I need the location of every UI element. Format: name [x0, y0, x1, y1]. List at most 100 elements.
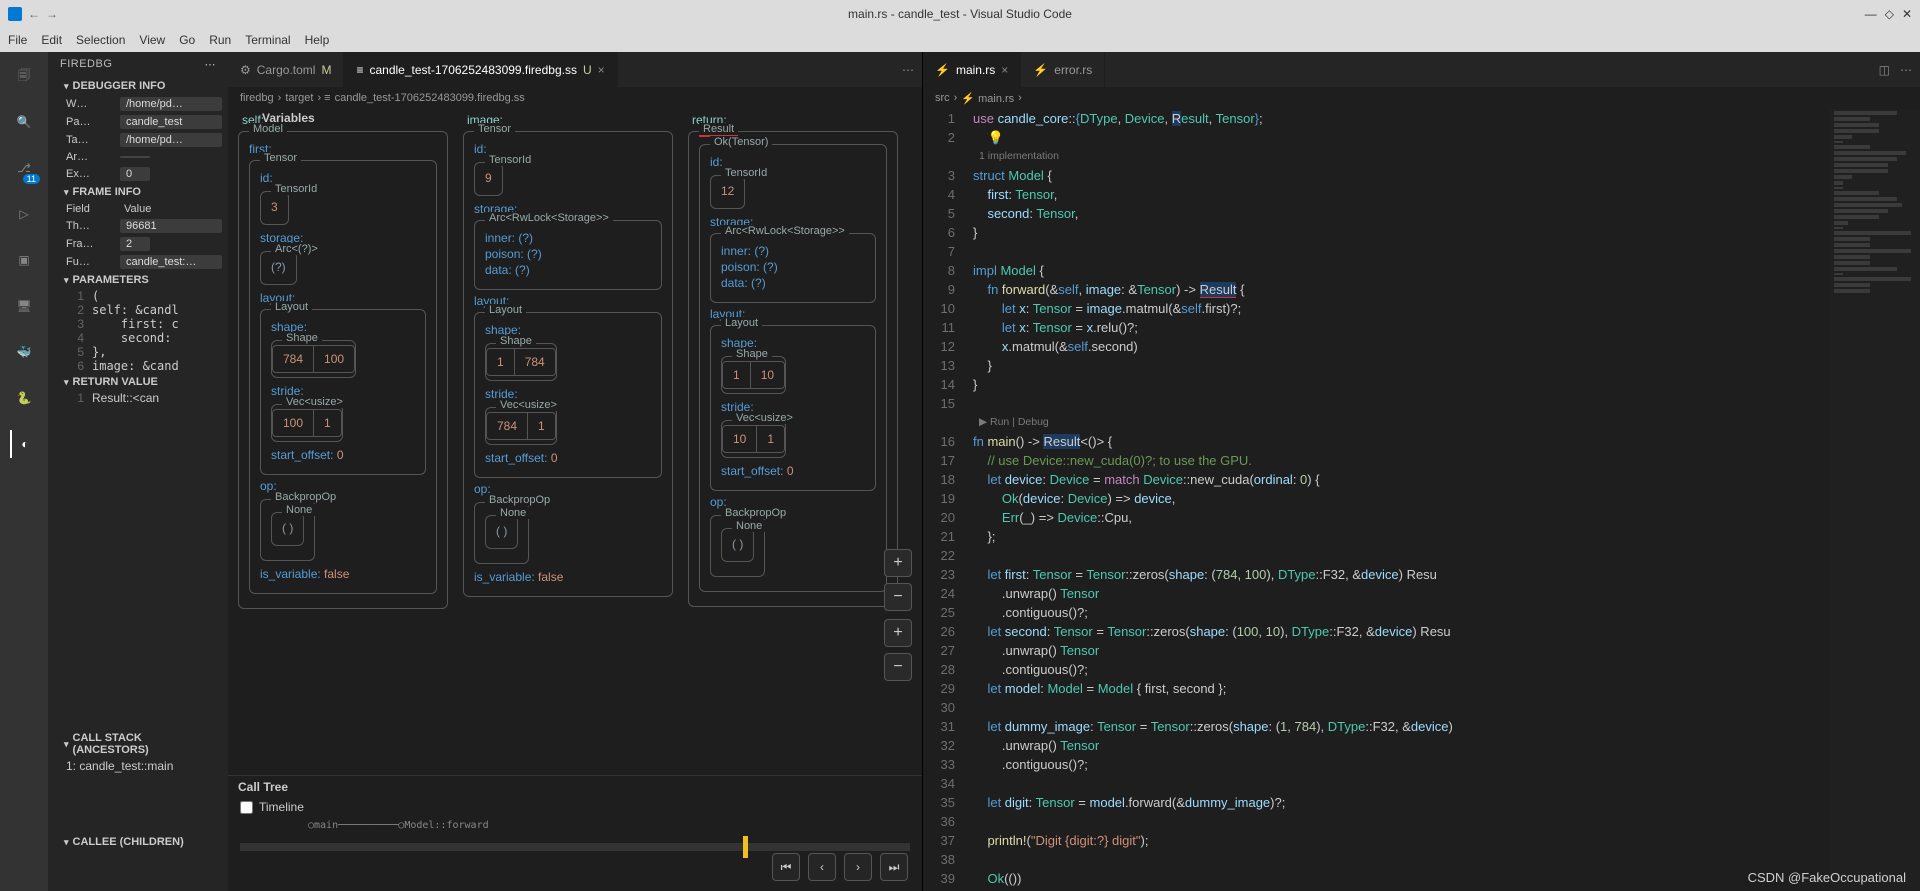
- run-debug-icon[interactable]: ▷: [10, 200, 38, 228]
- timeline-checkbox[interactable]: [240, 801, 253, 814]
- title-bar: ← → main.rs - candle_test - Visual Studi…: [0, 0, 1920, 28]
- return-none: None: [732, 520, 766, 532]
- return-poison: poison:: [721, 260, 760, 274]
- return-tid: TensorId: [721, 167, 771, 179]
- more-icon[interactable]: ⋯: [205, 58, 217, 71]
- image-bp: BackpropOp: [485, 494, 554, 506]
- first-button[interactable]: ⏮: [772, 853, 800, 881]
- retval-code: Result::<can: [92, 391, 159, 405]
- return-inner: inner:: [721, 244, 751, 258]
- image-poisonv: (?): [527, 247, 542, 261]
- minimize-icon[interactable]: —: [1865, 7, 1877, 21]
- return-datav: (?): [751, 276, 766, 290]
- dbg-ev: 0: [120, 167, 150, 181]
- tab-error-label: error.rs: [1054, 63, 1092, 77]
- python-icon[interactable]: 🐍: [10, 384, 38, 412]
- arrow-left-icon[interactable]: ←: [28, 7, 40, 21]
- return-so: start_offset:: [721, 464, 783, 478]
- image-sov: 0: [551, 451, 558, 465]
- menu-run[interactable]: Run: [209, 33, 231, 47]
- dbg-e: Ex…: [66, 168, 114, 180]
- zoom-in-button[interactable]: +: [884, 549, 912, 577]
- frame-val-h: Value: [124, 203, 151, 215]
- graph-view[interactable]: Variables self: Model first: Tensor id: …: [228, 109, 922, 891]
- image-lay: Layout: [485, 304, 526, 316]
- menu-go[interactable]: Go: [179, 33, 195, 47]
- frame-fu: Fu…: [66, 256, 114, 268]
- prev-button[interactable]: ‹: [808, 853, 836, 881]
- tab-close-icon[interactable]: ×: [598, 63, 605, 77]
- tab-firedbg[interactable]: ≡candle_test-1706252483099.firedbg.ss U×: [344, 52, 617, 87]
- sec-callee[interactable]: CALLEE (CHILDREN): [73, 836, 184, 848]
- menu-file[interactable]: File: [8, 33, 27, 47]
- sec-call-stack[interactable]: CALL STACK (ANCESTORS): [73, 732, 220, 756]
- self-model: Model: [249, 123, 287, 135]
- sec-parameters[interactable]: PARAMETERS: [73, 274, 149, 286]
- extensions-icon[interactable]: ▣: [10, 246, 38, 274]
- tab-close-icon[interactable]: ×: [1001, 63, 1008, 77]
- menu-view[interactable]: View: [139, 33, 165, 47]
- arrow-right-icon[interactable]: →: [46, 7, 58, 21]
- timeline-slider[interactable]: [240, 843, 910, 851]
- search-icon[interactable]: 🔍: [10, 108, 38, 136]
- self-arcv: (?): [271, 260, 286, 274]
- breadcrumb-left[interactable]: firedbg › target › ≡ candle_test-1706252…: [228, 87, 922, 109]
- code-editor[interactable]: 1use candle_core::{DType, Device, Result…: [923, 109, 1920, 891]
- more-icon[interactable]: ⋯: [1900, 63, 1912, 77]
- close-icon[interactable]: ✕: [1902, 7, 1912, 21]
- split-icon[interactable]: ◫: [1879, 63, 1890, 77]
- zoom-out-button[interactable]: −: [884, 583, 912, 611]
- self-s2: 1: [314, 409, 342, 437]
- image-sh1: 1: [486, 348, 515, 376]
- image-sh: Shape: [496, 335, 536, 347]
- menu-help[interactable]: Help: [305, 33, 330, 47]
- menu-bar: File Edit Selection View Go Run Terminal…: [0, 28, 1920, 52]
- self-paren: ( ): [282, 521, 293, 535]
- sec-debugger-info[interactable]: DEBUGGER INFO: [73, 80, 166, 92]
- return-arc: Arc<RwLock<Storage>>: [721, 225, 849, 237]
- return-sov: 0: [787, 464, 794, 478]
- menu-edit[interactable]: Edit: [41, 33, 62, 47]
- image-data: data:: [485, 263, 512, 277]
- zoom-in-button-2[interactable]: +: [884, 619, 912, 647]
- image-tidv: 9: [485, 171, 492, 185]
- slider-handle[interactable]: [743, 836, 748, 858]
- more-icon[interactable]: ⋯: [894, 52, 922, 87]
- image-none: None: [496, 507, 530, 519]
- breadcrumb-right[interactable]: src › ⚡ main.rs ›: [923, 87, 1920, 109]
- return-innerv: (?): [754, 244, 769, 258]
- image-sh2: 784: [515, 348, 556, 376]
- explorer-icon[interactable]: 🗐: [10, 62, 38, 90]
- image-isv: is_variable:: [474, 570, 535, 584]
- vscode-icon: [8, 7, 22, 21]
- return-lay: Layout: [721, 317, 762, 329]
- sec-frame-info[interactable]: FRAME INFO: [73, 186, 141, 198]
- last-button[interactable]: ⏭: [880, 853, 908, 881]
- next-button[interactable]: ›: [844, 853, 872, 881]
- image-tid: TensorId: [485, 154, 535, 166]
- minimap[interactable]: [1830, 109, 1920, 891]
- source-control-icon[interactable]: ⎇11: [10, 154, 38, 182]
- return-bp: BackpropOp: [721, 507, 790, 519]
- image-innerv: (?): [518, 231, 533, 245]
- tab-cargo[interactable]: ⚙Cargo.toml M: [228, 52, 344, 87]
- zoom-out-button-2[interactable]: −: [884, 653, 912, 681]
- remote-icon[interactable]: 🖥: [10, 292, 38, 320]
- self-tidv: 3: [271, 200, 278, 214]
- maximize-icon[interactable]: ◇: [1885, 7, 1894, 21]
- sec-return-value[interactable]: RETURN VALUE: [73, 376, 158, 388]
- return-s2: 1: [757, 425, 785, 453]
- firedbg-icon[interactable]: ◐: [10, 430, 38, 458]
- tab-error[interactable]: ⚡error.rs: [1021, 52, 1105, 87]
- dbg-tv: /home/pd…: [120, 133, 222, 147]
- self-so: start_offset:: [271, 448, 333, 462]
- return-poisonv: (?): [763, 260, 778, 274]
- menu-selection[interactable]: Selection: [76, 33, 125, 47]
- menu-terminal[interactable]: Terminal: [245, 33, 290, 47]
- tab-main[interactable]: ⚡main.rs×: [923, 52, 1021, 87]
- callstack-item[interactable]: 1: candle_test::main: [66, 759, 173, 773]
- docker-icon[interactable]: 🐳: [10, 338, 38, 366]
- return-tidv: 12: [721, 184, 734, 198]
- dbg-a: Ar…: [66, 151, 114, 163]
- sidebar: FIREDBG⋯ ▾DEBUGGER INFO W…/home/pd… Pa…c…: [48, 52, 228, 891]
